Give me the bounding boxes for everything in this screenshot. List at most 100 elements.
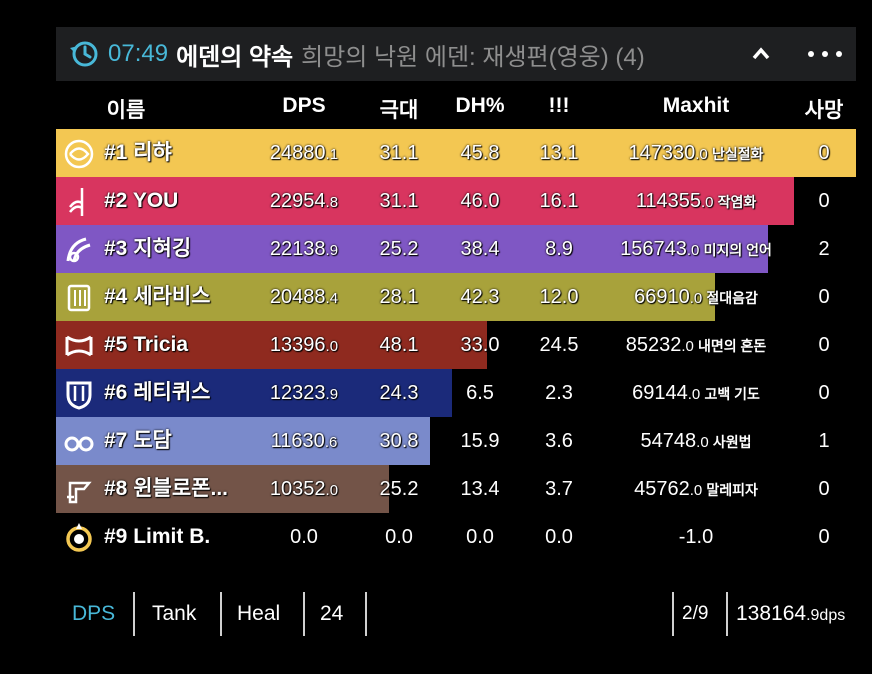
- dps-dec: .4: [325, 290, 339, 307]
- dps-int: 20488: [269, 286, 326, 308]
- col-dps[interactable]: DPS: [282, 94, 325, 118]
- col-maxhit[interactable]: Maxhit: [663, 94, 730, 118]
- cdh-value: 12.0: [539, 286, 579, 308]
- player-cdh: 13.1: [540, 129, 579, 177]
- player-row[interactable]: #4 세라비스 20488.4 28.1 42.3 12.0 66910.0 절대음감 0: [56, 273, 856, 321]
- tab-dps[interactable]: DPS: [72, 588, 115, 640]
- cdh-value: 0.0: [545, 526, 573, 548]
- tab-heal[interactable]: Heal: [237, 588, 280, 640]
- player-maxhit: 69144.0 고백 기도: [632, 369, 760, 417]
- bard-icon: [67, 284, 91, 312]
- player-deaths: 0: [818, 321, 829, 369]
- player-name: #8 윈블로폰...: [104, 465, 228, 513]
- player-dps: 20488.4: [270, 273, 338, 321]
- dh-value: 33.0: [460, 334, 500, 356]
- player-row[interactable]: #1 리햐 24880.1 31.1 45.8 13.1 147330.0 난실절화 0: [56, 129, 856, 177]
- player-dh: 15.9: [461, 417, 500, 465]
- maxhit-dec: .0: [689, 290, 707, 307]
- maxhit-skill: 절대음감: [706, 290, 758, 306]
- player-name: #4 세라비스: [104, 273, 210, 321]
- col-cdh[interactable]: !!!: [549, 94, 570, 118]
- maxhit-dec: .0: [695, 146, 712, 163]
- player-crit: 0.0: [385, 513, 413, 561]
- player-name: #1 리햐: [104, 129, 172, 177]
- player-dh: 38.4: [461, 225, 500, 273]
- tab-divider: [726, 592, 728, 636]
- col-deaths[interactable]: 사망: [805, 94, 844, 124]
- player-row[interactable]: #5 Tricia 13396.0 48.1 33.0 24.5 85232.0 내면의 …: [56, 321, 856, 369]
- player-dps: 22954.8: [270, 177, 338, 225]
- player-name: #7 도담: [104, 417, 172, 465]
- crit-value: 25.2: [379, 478, 419, 500]
- player-row[interactable]: #7 도담 11630.6 30.8 15.9 3.6 54748.0 사원법 1: [56, 417, 856, 465]
- collapse-caret-icon[interactable]: [748, 41, 774, 67]
- player-crit: 24.3: [380, 369, 419, 417]
- dps-int: 24880: [269, 142, 326, 164]
- player-dh: 0.0: [466, 513, 494, 561]
- player-maxhit: 114355.0 작염화: [636, 177, 757, 225]
- col-dh[interactable]: DH%: [455, 94, 504, 118]
- player-rank: #1: [104, 141, 134, 164]
- dps-dec: .9: [325, 242, 339, 259]
- player-row[interactable]: #6 레티퀴스 12323.9 24.3 6.5 2.3 69144.0 고백 기도 0: [56, 369, 856, 417]
- player-deaths: 1: [818, 417, 829, 465]
- maxhit-int: 54748: [640, 430, 697, 452]
- dps-dec: .0: [325, 482, 339, 499]
- dh-value: 0.0: [466, 526, 494, 548]
- player-dps: 0.0: [290, 513, 318, 561]
- dps-int: 0.0: [290, 526, 318, 548]
- deaths-value: 0: [818, 286, 830, 308]
- maxhit-int: 147330: [628, 142, 696, 164]
- maxhit-skill: 사원법: [712, 434, 752, 450]
- player-name-text: 지혀깅: [133, 237, 192, 260]
- player-deaths: 0: [818, 369, 829, 417]
- player-dps: 24880.1: [270, 129, 338, 177]
- tab-tank[interactable]: Tank: [152, 588, 196, 640]
- player-dh: 46.0: [461, 177, 500, 225]
- more-options-icon[interactable]: [808, 41, 842, 67]
- player-maxhit: 45762.0 말레피자: [634, 465, 758, 513]
- player-cdh: 3.6: [545, 417, 573, 465]
- player-name-text: YOU: [132, 189, 179, 212]
- dps-dec: .6: [324, 434, 338, 451]
- tab-divider: [672, 592, 674, 636]
- col-crit[interactable]: 극대: [380, 94, 419, 124]
- player-rank: #9: [104, 525, 134, 548]
- dh-value: 38.4: [460, 238, 500, 260]
- crit-value: 30.8: [379, 430, 419, 452]
- player-row[interactable]: #3 지혀깅 22138.9 25.2 38.4 8.9 156743.0 미지의 언어 2: [56, 225, 856, 273]
- maxhit-dec: .0: [700, 194, 718, 211]
- player-row[interactable]: #2 YOU 22954.8 31.1 46.0 16.1 114355.0 작염화 0: [56, 177, 856, 225]
- player-deaths: 2: [818, 225, 829, 273]
- crit-value: 28.1: [379, 286, 419, 308]
- player-dh: 42.3: [461, 273, 500, 321]
- maxhit-dec: .0: [686, 242, 704, 259]
- player-cdh: 16.1: [540, 177, 579, 225]
- player-dh: 13.4: [461, 465, 500, 513]
- tab-count[interactable]: 24: [320, 588, 343, 640]
- tab-divider: [365, 592, 367, 636]
- player-crit: 25.2: [380, 465, 419, 513]
- red-mage-icon: [69, 188, 84, 216]
- tab-divider: [303, 592, 305, 636]
- warrior-icon: [65, 335, 93, 357]
- crit-value: 24.3: [379, 382, 419, 404]
- col-name[interactable]: 이름: [107, 94, 146, 124]
- player-crit: 31.1: [380, 177, 419, 225]
- cdh-value: 3.6: [545, 430, 573, 452]
- player-cdh: 12.0: [540, 273, 579, 321]
- player-maxhit: -1.0: [679, 513, 713, 561]
- maxhit-skill: 난실절화: [711, 146, 764, 162]
- player-dh: 33.0: [461, 321, 500, 369]
- player-deaths: 0: [818, 177, 829, 225]
- maxhit-int: 69144: [632, 382, 688, 404]
- dh-value: 15.9: [460, 430, 500, 452]
- player-row[interactable]: #9 Limit B. 0.0 0.0 0.0 0.0 -1.0 0: [56, 513, 856, 561]
- player-rank: #2: [104, 189, 133, 212]
- player-maxhit: 147330.0 난실절화: [629, 129, 764, 177]
- crit-value: 31.1: [379, 142, 419, 164]
- player-row[interactable]: #8 윈블로폰... 10352.0 25.2 13.4 3.7 45762.0 말레피자…: [56, 465, 856, 513]
- tab-divider: [220, 592, 222, 636]
- maxhit-dec: .0: [696, 434, 713, 451]
- deaths-value: 0: [818, 334, 830, 356]
